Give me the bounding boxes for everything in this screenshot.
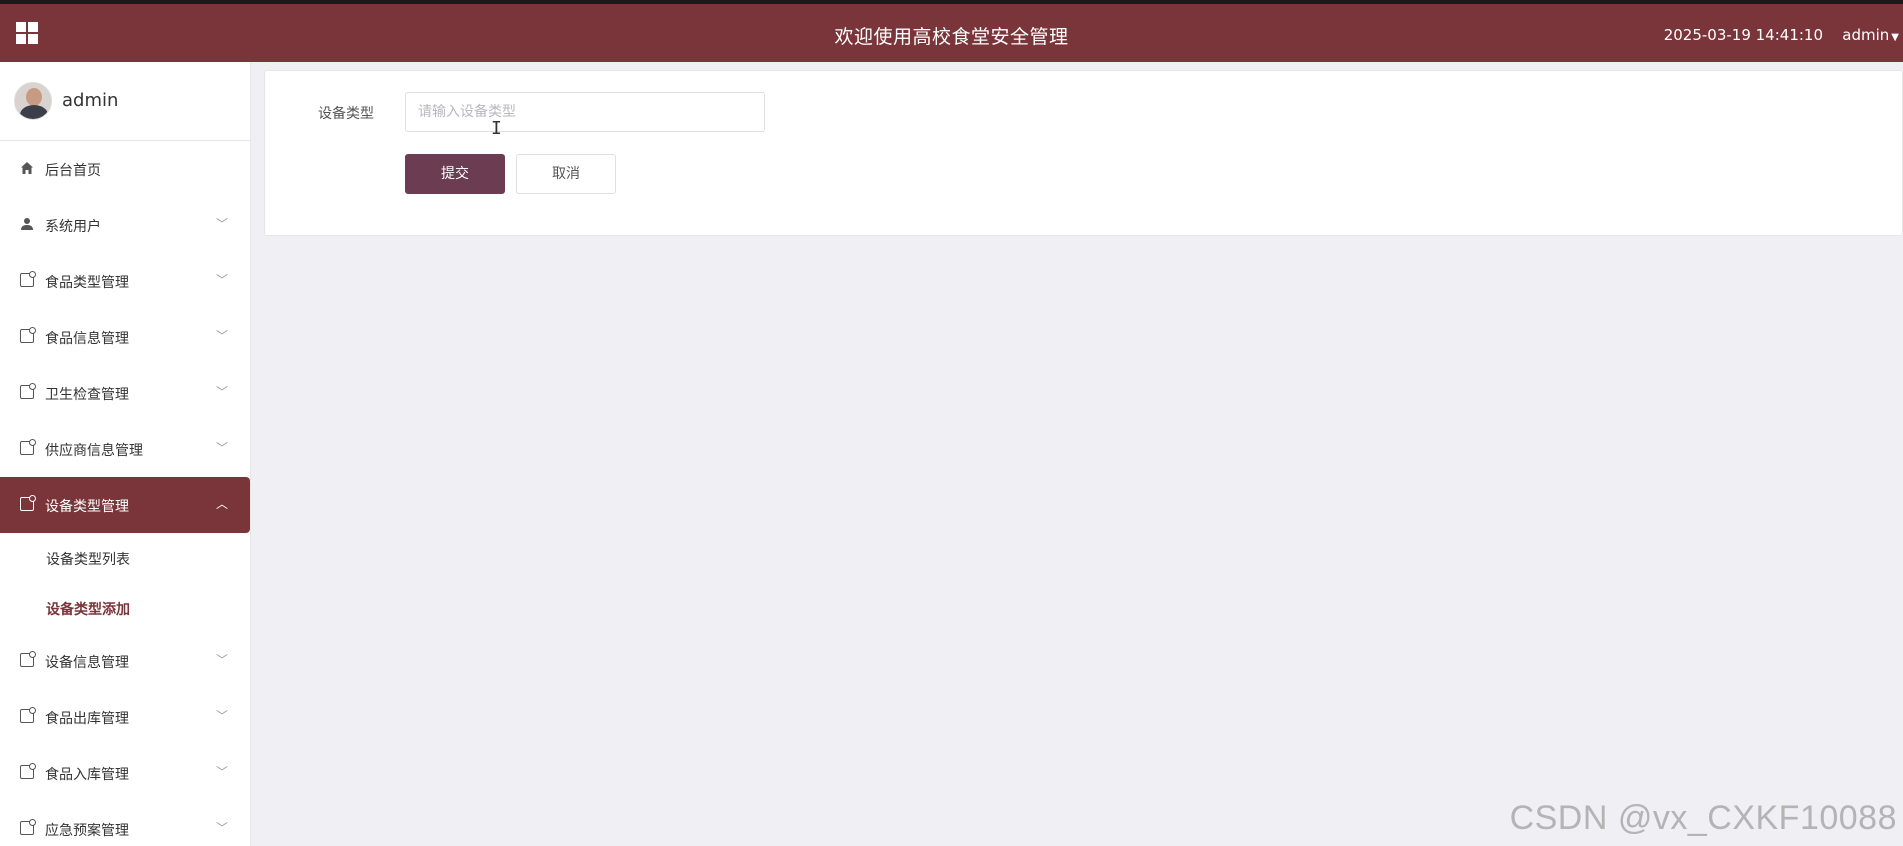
sidebar-item-food-type[interactable]: 食品类型管理 ﹀ [0,253,250,309]
sidebar: admin 后台首页 系统用户 ﹀ 食品类型管理 ﹀ 食品信息管理 ﹀ 卫生检查… [0,62,251,846]
chevron-down-icon: ﹀ [215,385,228,399]
doc-icon [20,495,36,511]
sidebar-item-food-outbound[interactable]: 食品出库管理 ﹀ [0,689,250,745]
sidebar-item-label: 后台首页 [45,163,101,179]
top-bar: 欢迎使用高校食堂安全管理 2025-03-19 14:41:10 admin ▼ [0,0,1903,62]
sidebar-item-label: 设备信息管理 [45,655,129,671]
cancel-button[interactable]: 取消 [516,154,616,194]
sidebar-item-device-type[interactable]: 设备类型管理 ︿ [0,477,250,533]
sidebar-item-hygiene[interactable]: 卫生检查管理 ﹀ [0,365,250,421]
sidebar-subitem-label: 设备类型添加 [46,602,130,618]
chevron-up-icon: ︿ [215,497,228,511]
sidebar-item-label: 供应商信息管理 [45,443,143,459]
sidebar-item-food-inbound[interactable]: 食品入库管理 ﹀ [0,745,250,801]
doc-icon [20,271,36,287]
page-title: 欢迎使用高校食堂安全管理 [834,26,1069,48]
submit-button[interactable]: 提交 [405,154,505,194]
sidebar-subitem-device-type-add[interactable]: 设备类型添加 [0,583,250,633]
sidebar-item-label: 卫生检查管理 [45,387,129,403]
doc-icon [20,439,36,455]
doc-icon [20,707,36,723]
chevron-down-icon: ﹀ [215,329,228,343]
chevron-down-icon: ﹀ [215,765,228,779]
doc-icon [20,383,36,399]
text-cursor-icon: I [491,118,502,139]
device-type-label: 设备类型 [318,106,374,122]
datetime-display: 2025-03-19 14:41:10 [1663,26,1823,44]
watermark: CSDN @vx_CXKF10088 [1509,799,1897,837]
chevron-down-icon: ▼ [1891,32,1899,43]
sidebar-item-label: 食品入库管理 [45,767,129,783]
avatar [14,82,52,120]
user-menu-label: admin [1842,26,1890,44]
doc-icon [20,327,36,343]
chevron-down-icon: ﹀ [215,821,228,835]
sidebar-item-dashboard[interactable]: 后台首页 [0,141,250,197]
sidebar-item-label: 食品信息管理 [45,331,129,347]
chevron-down-icon: ﹀ [215,709,228,723]
doc-icon [20,763,36,779]
user-icon [21,218,33,230]
doc-icon [20,651,36,667]
sidebar-item-supplier[interactable]: 供应商信息管理 ﹀ [0,421,250,477]
sidebar-item-food-info[interactable]: 食品信息管理 ﹀ [0,309,250,365]
chevron-down-icon: ﹀ [215,273,228,287]
doc-icon [20,819,36,835]
profile-name: admin [62,90,119,111]
sidebar-item-label: 应急预案管理 [45,823,129,839]
device-type-input[interactable] [405,92,765,132]
chevron-down-icon: ﹀ [215,653,228,667]
sidebar-item-label: 食品类型管理 [45,275,129,291]
home-icon [21,162,33,174]
sidebar-subitem-label: 设备类型列表 [46,552,130,568]
chevron-down-icon: ﹀ [215,217,228,231]
form-card: 设备类型 提交 取消 [264,70,1903,236]
sidebar-item-device-info[interactable]: 设备信息管理 ﹀ [0,633,250,689]
sidebar-subitem-device-type-list[interactable]: 设备类型列表 [0,533,250,583]
sidebar-item-label: 系统用户 [45,219,101,235]
sidebar-item-label: 食品出库管理 [45,711,129,727]
user-menu[interactable]: admin ▼ [1842,26,1899,44]
chevron-down-icon: ﹀ [215,441,228,455]
sidebar-item-label: 设备类型管理 [45,499,129,515]
sidebar-item-system-users[interactable]: 系统用户 ﹀ [0,197,250,253]
sidebar-item-emergency-plan[interactable]: 应急预案管理 ﹀ [0,801,250,846]
profile-block: admin [0,62,250,141]
